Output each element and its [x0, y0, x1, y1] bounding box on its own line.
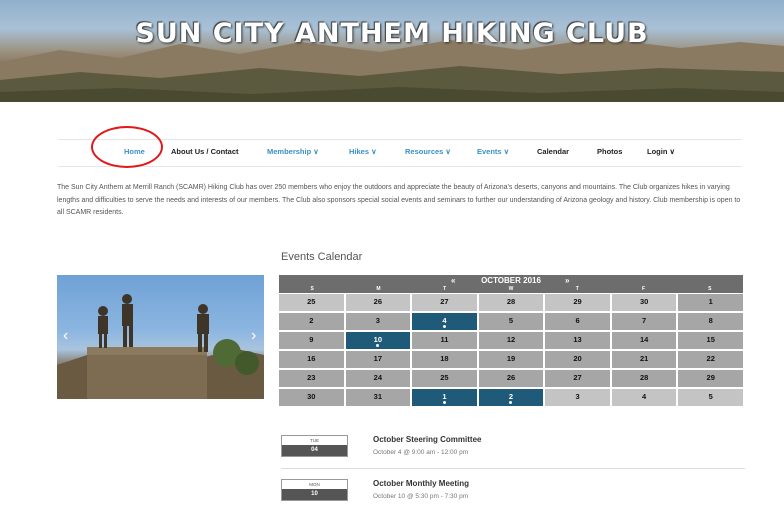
- site-title[interactable]: SUN CITY ANTHEM HIKING CLUB: [0, 18, 784, 49]
- calendar-day[interactable]: 23: [279, 370, 344, 387]
- calendar-day[interactable]: 8: [678, 313, 743, 330]
- calendar-day[interactable]: 19: [478, 351, 544, 368]
- events-calendar: « OCTOBER 2016 » S M T W T F S 25 26 27 …: [279, 275, 743, 406]
- event-title[interactable]: October Steering Committee: [373, 435, 481, 444]
- calendar-day[interactable]: 31: [345, 389, 411, 406]
- calendar-grid: 25 26 27 28 29 30 1 2 3 4 5 6 7 8 9 10 1…: [279, 293, 743, 406]
- calendar-day[interactable]: 14: [611, 332, 677, 349]
- calendar-day[interactable]: 27: [545, 370, 610, 387]
- calendar-day-event[interactable]: 10: [345, 332, 411, 349]
- event-divider: [281, 468, 745, 469]
- calendar-next-month[interactable]: »: [565, 275, 569, 286]
- nav-login[interactable]: Login ∨: [647, 147, 675, 156]
- intro-paragraph: The Sun City Anthem at Merrill Ranch (SC…: [57, 184, 741, 216]
- weekday-label: S: [310, 286, 314, 292]
- calendar-day[interactable]: 18: [412, 351, 477, 368]
- event-time: October 10 @ 5:30 pm - 7:30 pm: [373, 493, 469, 500]
- nav-resources[interactable]: Resources ∨: [405, 147, 451, 156]
- calendar-day[interactable]: 16: [279, 351, 344, 368]
- nav-calendar[interactable]: Calendar: [537, 147, 569, 156]
- calendar-day[interactable]: 30: [279, 389, 344, 406]
- nav-about-contact[interactable]: About Us / Contact: [171, 147, 239, 156]
- calendar-day[interactable]: 17: [345, 351, 411, 368]
- calendar-day[interactable]: 3: [545, 389, 610, 406]
- event-dot-icon: [442, 325, 446, 328]
- calendar-day[interactable]: 27: [412, 294, 477, 311]
- event-weekday: MON: [309, 482, 320, 487]
- calendar-day[interactable]: 7: [611, 313, 677, 330]
- nav-events[interactable]: Events ∨: [477, 147, 509, 156]
- slider-prev-icon[interactable]: ‹: [63, 327, 68, 345]
- calendar-day-event[interactable]: 4: [412, 313, 477, 330]
- event-weekday: TUE: [310, 438, 319, 443]
- hikers-photo: [57, 294, 264, 399]
- calendar-prev-month[interactable]: «: [451, 275, 455, 286]
- calendar-day[interactable]: 3: [345, 313, 411, 330]
- calendar-day[interactable]: 26: [478, 370, 544, 387]
- home-highlight-circle: [91, 126, 163, 168]
- weekday-label: S: [708, 286, 712, 292]
- slider-next-icon[interactable]: ›: [251, 327, 256, 345]
- calendar-day[interactable]: 5: [478, 313, 544, 330]
- site-banner: SUN CITY ANTHEM HIKING CLUB: [0, 0, 784, 102]
- calendar-header: « OCTOBER 2016 »: [279, 275, 743, 286]
- calendar-day[interactable]: 1: [678, 294, 743, 311]
- calendar-day[interactable]: 6: [545, 313, 610, 330]
- event-day: 10: [282, 489, 347, 500]
- event-dot-icon: [442, 401, 446, 404]
- calendar-day-number: 2: [508, 392, 514, 401]
- calendar-day[interactable]: 30: [611, 294, 677, 311]
- nav-photos[interactable]: Photos: [597, 147, 622, 156]
- event-dot-icon: [376, 344, 380, 347]
- calendar-day-event[interactable]: 1: [412, 389, 477, 406]
- hikers-photo-slider[interactable]: ‹ ›: [57, 275, 264, 399]
- weekday-label: F: [642, 286, 646, 292]
- event-dot-icon: [509, 401, 513, 404]
- calendar-day-number: 4: [442, 316, 447, 325]
- calendar-day[interactable]: 24: [345, 370, 411, 387]
- calendar-day[interactable]: 5: [678, 389, 743, 406]
- event-date-badge: TUE 04: [281, 435, 348, 457]
- calendar-day[interactable]: 28: [478, 294, 544, 311]
- weekday-label: T: [575, 286, 579, 292]
- calendar-day[interactable]: 28: [611, 370, 677, 387]
- events-calendar-heading: Events Calendar: [281, 251, 363, 263]
- calendar-day[interactable]: 9: [279, 332, 344, 349]
- nav-hikes[interactable]: Hikes ∨: [349, 147, 377, 156]
- nav-membership[interactable]: Membership ∨: [267, 147, 319, 156]
- calendar-day[interactable]: 21: [611, 351, 677, 368]
- calendar-day-number: 10: [373, 335, 383, 344]
- calendar-day-event[interactable]: 2: [478, 389, 544, 406]
- calendar-day[interactable]: 11: [412, 332, 477, 349]
- event-title[interactable]: October Monthly Meeting: [373, 479, 469, 488]
- calendar-day[interactable]: 15: [678, 332, 743, 349]
- weekday-label: W: [508, 286, 514, 292]
- event-date-badge: MON 10: [281, 479, 348, 501]
- event-time: October 4 @ 9:00 am - 12:00 pm: [373, 449, 469, 456]
- nav-divider-bottom: [58, 166, 742, 167]
- calendar-day-number: 1: [442, 392, 447, 401]
- weekday-label: M: [376, 286, 381, 292]
- calendar-day[interactable]: 25: [412, 370, 477, 387]
- calendar-day[interactable]: 29: [678, 370, 743, 387]
- calendar-day[interactable]: 4: [611, 389, 677, 406]
- calendar-day[interactable]: 25: [279, 294, 344, 311]
- calendar-day[interactable]: 2: [279, 313, 344, 330]
- calendar-month-label: OCTOBER 2016: [481, 276, 541, 285]
- calendar-weekdays: S M T W T F S: [279, 286, 743, 293]
- calendar-day[interactable]: 13: [545, 332, 610, 349]
- calendar-day[interactable]: 22: [678, 351, 743, 368]
- calendar-day[interactable]: 20: [545, 351, 610, 368]
- event-day: 04: [282, 445, 347, 456]
- calendar-day[interactable]: 26: [345, 294, 411, 311]
- weekday-label: T: [443, 286, 447, 292]
- calendar-day[interactable]: 12: [478, 332, 544, 349]
- calendar-day[interactable]: 29: [545, 294, 610, 311]
